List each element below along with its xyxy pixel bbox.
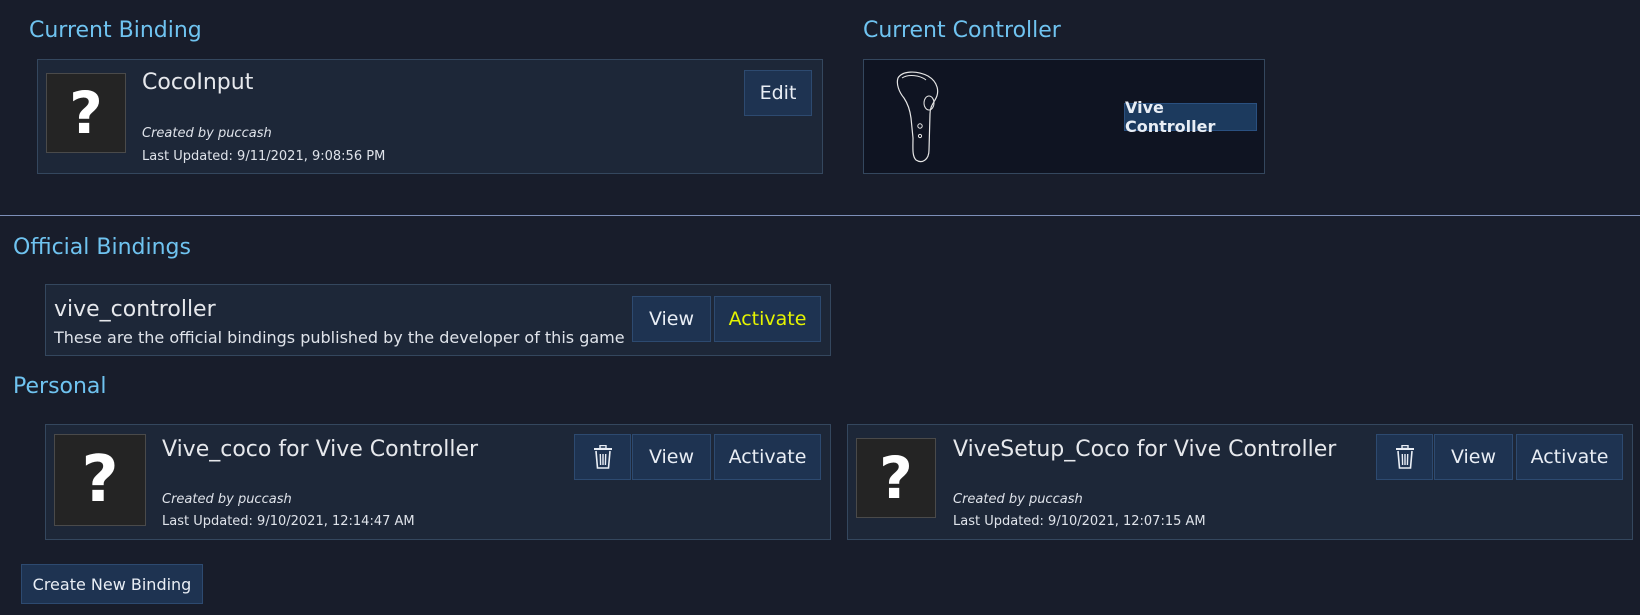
official-binding-name: vive_controller — [54, 297, 216, 322]
personal-binding-updated: Last Updated: 9/10/2021, 12:14:47 AM — [162, 514, 415, 529]
edit-button[interactable]: Edit — [744, 70, 812, 116]
question-mark-icon: ? — [81, 443, 119, 517]
official-view-button[interactable]: View — [632, 296, 711, 342]
binding-thumbnail: ? — [46, 73, 126, 153]
official-activate-button[interactable]: Activate — [714, 296, 821, 342]
current-binding-heading: Current Binding — [29, 18, 202, 43]
personal-binding-author: Created by puccash — [162, 492, 292, 507]
official-binding-description: These are the official bindings publishe… — [54, 328, 625, 347]
binding-thumbnail: ? — [856, 438, 936, 518]
current-controller-card: Vive Controller — [863, 59, 1265, 174]
delete-binding-button[interactable] — [574, 434, 631, 480]
vive-controller-icon — [896, 71, 939, 163]
trash-icon — [593, 445, 612, 469]
personal-binding-updated: Last Updated: 9/10/2021, 12:07:15 AM — [953, 514, 1206, 529]
personal-activate-button[interactable]: Activate — [714, 434, 821, 480]
delete-binding-button[interactable] — [1376, 434, 1433, 480]
official-binding-card: vive_controller These are the official b… — [45, 284, 831, 356]
section-divider — [0, 215, 1640, 216]
current-binding-updated: Last Updated: 9/11/2021, 9:08:56 PM — [142, 149, 386, 164]
personal-activate-button[interactable]: Activate — [1516, 434, 1623, 480]
current-binding-name: CocoInput — [142, 70, 254, 95]
current-controller-heading: Current Controller — [863, 18, 1061, 43]
vive-controller-button[interactable]: Vive Controller — [1124, 98, 1257, 136]
personal-view-button[interactable]: View — [1434, 434, 1513, 480]
current-binding-author: Created by puccash — [142, 126, 272, 141]
question-mark-icon: ? — [69, 79, 103, 147]
personal-view-button[interactable]: View — [632, 434, 711, 480]
official-bindings-heading: Official Bindings — [13, 235, 191, 260]
personal-binding-name: ViveSetup_Coco for Vive Controller — [953, 437, 1337, 462]
personal-binding-card: ? Vive_coco for Vive Controller Created … — [45, 424, 831, 540]
personal-binding-card: ? ViveSetup_Coco for Vive Controller Cre… — [847, 424, 1633, 540]
trash-icon — [1395, 445, 1414, 469]
create-new-binding-button[interactable]: Create New Binding — [21, 564, 203, 604]
personal-binding-author: Created by puccash — [953, 492, 1083, 507]
binding-thumbnail: ? — [54, 434, 146, 526]
personal-heading: Personal — [13, 374, 107, 399]
question-mark-icon: ? — [879, 444, 913, 512]
personal-binding-name: Vive_coco for Vive Controller — [162, 437, 479, 462]
current-binding-card: ? CocoInput Created by puccash Last Upda… — [37, 59, 823, 174]
